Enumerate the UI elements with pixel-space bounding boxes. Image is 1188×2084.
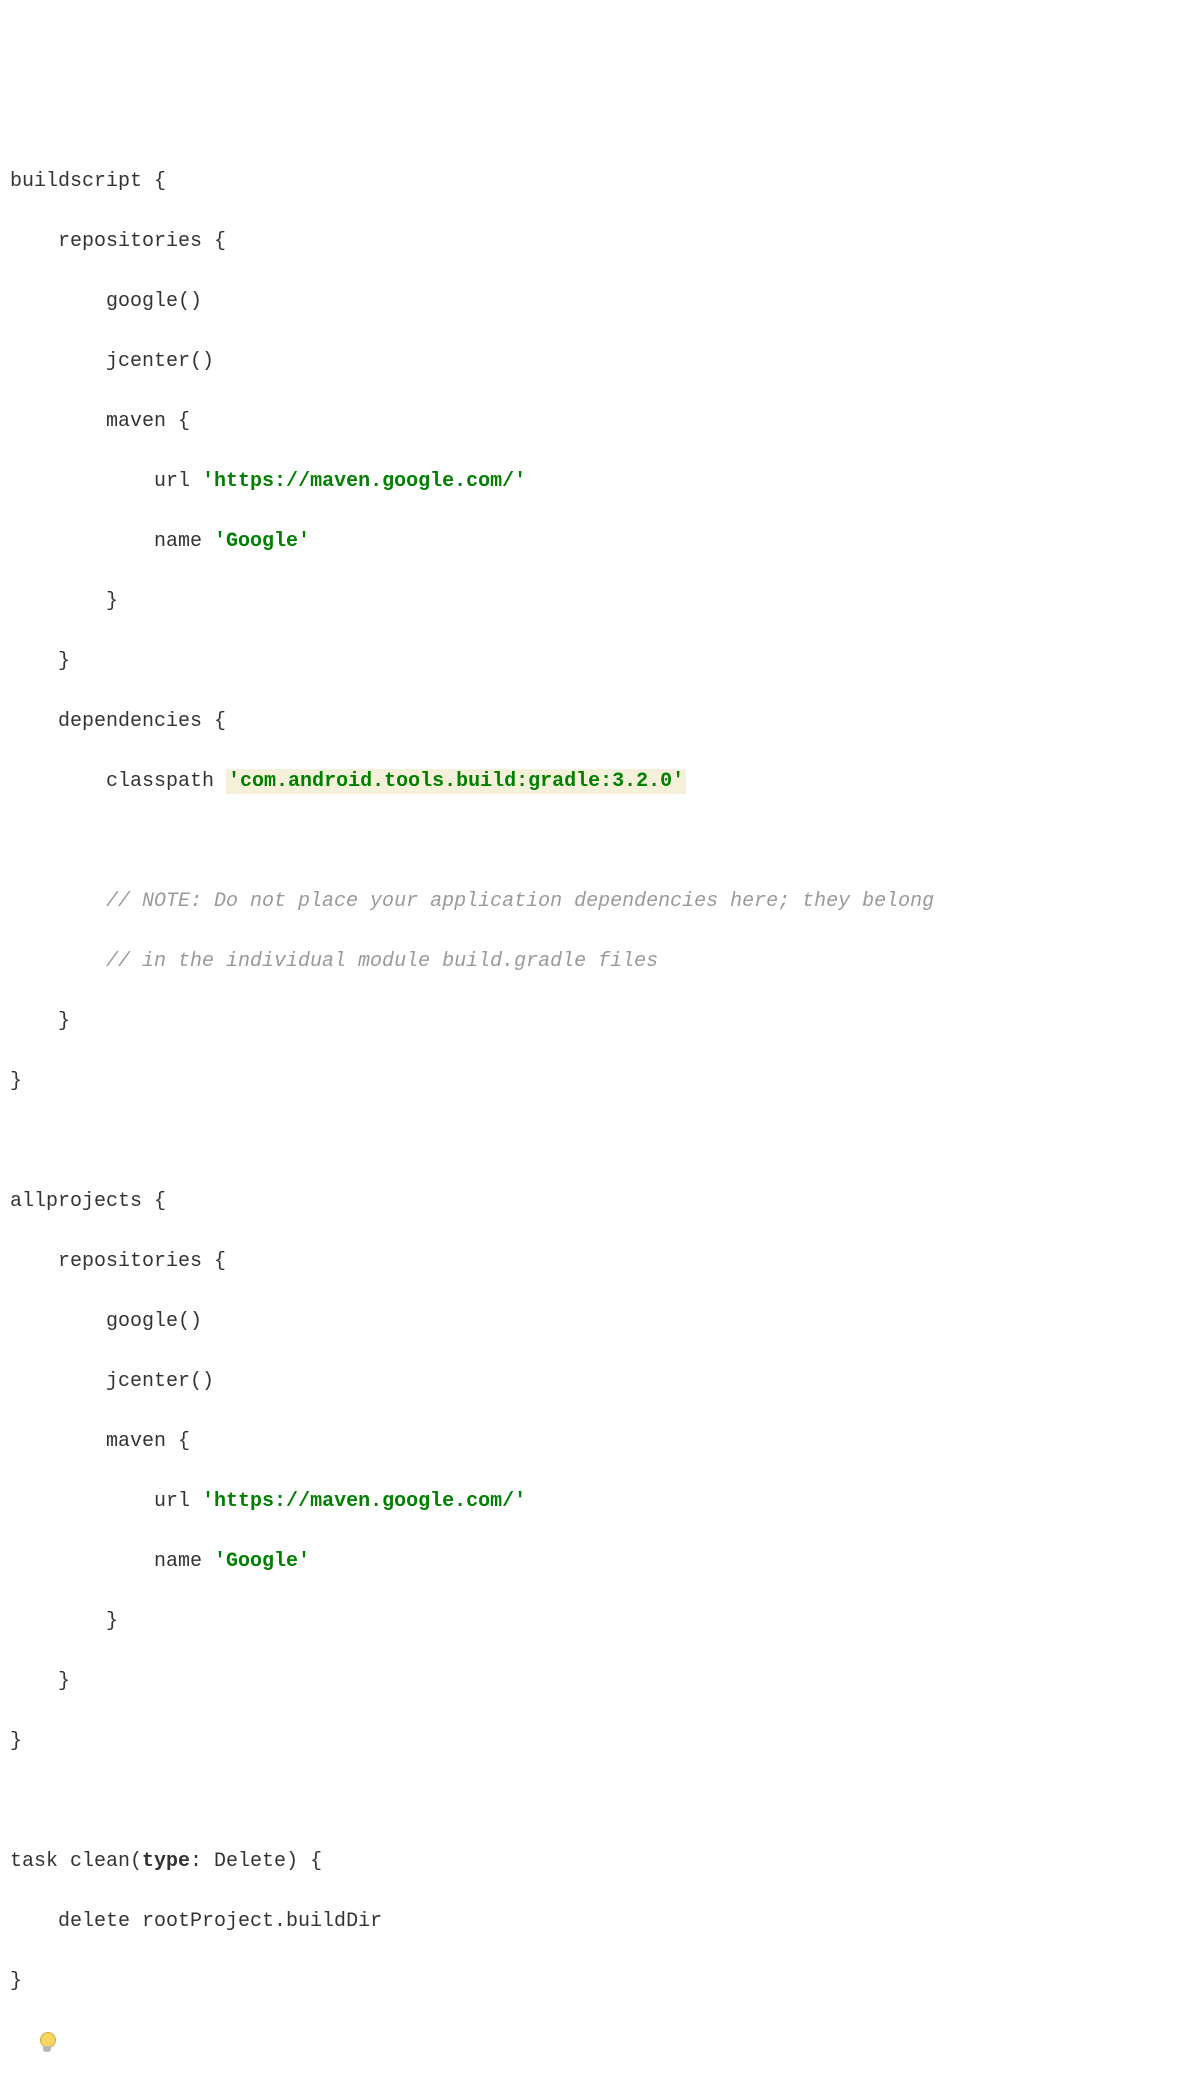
code-text: task clean( (10, 1850, 142, 1873)
code-line[interactable]: } (10, 1007, 1188, 1037)
code-line[interactable]: maven { (10, 407, 1188, 437)
code-text: repositories { (58, 1250, 226, 1273)
code-text: maven { (106, 1430, 190, 1453)
code-text: } (58, 650, 70, 673)
code-line[interactable] (10, 1787, 1188, 1817)
code-text: url (154, 470, 202, 493)
code-text: jcenter() (106, 350, 214, 373)
code-text: allprojects { (10, 1190, 166, 1213)
string-literal: 'https://maven.google.com/' (202, 1490, 526, 1513)
code-line[interactable]: } (10, 1967, 1188, 1997)
code-line[interactable]: google() (10, 1307, 1188, 1337)
code-line[interactable]: google() (10, 287, 1188, 317)
code-text: maven { (106, 410, 190, 433)
code-line[interactable]: } (10, 1667, 1188, 1697)
code-text: } (58, 1010, 70, 1033)
code-text: } (10, 1970, 22, 1993)
string-literal-highlighted: 'com.android.tools.build:gradle:3.2.0' (226, 769, 686, 794)
bulb-line (10, 2027, 1188, 2057)
code-editor[interactable]: buildscript { repositories { google() jc… (0, 137, 1188, 2084)
code-text: } (106, 1610, 118, 1633)
comment: // in the individual module build.gradle… (106, 950, 658, 973)
code-line[interactable]: classpath 'com.android.tools.build:gradl… (10, 767, 1188, 797)
code-line[interactable]: maven { (10, 1427, 1188, 1457)
code-text: } (106, 590, 118, 613)
code-line[interactable]: delete rootProject.buildDir (10, 1907, 1188, 1937)
code-text: classpath (106, 770, 226, 793)
code-line[interactable]: jcenter() (10, 347, 1188, 377)
code-line[interactable]: name 'Google' (10, 527, 1188, 557)
keyword: type (142, 1850, 190, 1873)
code-line[interactable]: // in the individual module build.gradle… (10, 947, 1188, 977)
code-line[interactable]: } (10, 647, 1188, 677)
lightbulb-icon[interactable] (38, 2030, 56, 2052)
code-line[interactable]: } (10, 1067, 1188, 1097)
code-text: } (58, 1670, 70, 1693)
code-text: } (10, 1070, 22, 1093)
code-text: repositories { (58, 230, 226, 253)
code-line[interactable]: url 'https://maven.google.com/' (10, 1487, 1188, 1517)
code-line[interactable]: } (10, 1607, 1188, 1637)
code-line[interactable]: repositories { (10, 1247, 1188, 1277)
code-line[interactable]: // NOTE: Do not place your application d… (10, 887, 1188, 917)
code-text: google() (106, 1310, 202, 1333)
code-line[interactable]: jcenter() (10, 1367, 1188, 1397)
code-line[interactable]: dependencies { (10, 707, 1188, 737)
code-text: url (154, 1490, 202, 1513)
code-text: dependencies { (58, 710, 226, 733)
code-line[interactable]: name 'Google' (10, 1547, 1188, 1577)
code-line[interactable]: url 'https://maven.google.com/' (10, 467, 1188, 497)
string-literal: 'https://maven.google.com/' (202, 470, 526, 493)
code-text: delete rootProject.buildDir (58, 1910, 382, 1933)
code-line[interactable]: repositories { (10, 227, 1188, 257)
string-literal: 'Google' (214, 530, 310, 553)
code-text: : Delete) { (190, 1850, 322, 1873)
code-text: jcenter() (106, 1370, 214, 1393)
code-line[interactable]: buildscript { (10, 167, 1188, 197)
code-line[interactable]: } (10, 1727, 1188, 1757)
code-text: } (10, 1730, 22, 1753)
comment: // NOTE: Do not place your application d… (106, 890, 934, 913)
string-literal: 'Google' (214, 1550, 310, 1573)
code-line[interactable] (10, 827, 1188, 857)
code-line[interactable]: task clean(type: Delete) { (10, 1847, 1188, 1877)
code-text: google() (106, 290, 202, 313)
code-line[interactable]: } (10, 587, 1188, 617)
code-line[interactable]: allprojects { (10, 1187, 1188, 1217)
code-text: name (154, 530, 214, 553)
code-text: buildscript { (10, 170, 166, 193)
code-text: name (154, 1550, 214, 1573)
code-line[interactable] (10, 1127, 1188, 1157)
